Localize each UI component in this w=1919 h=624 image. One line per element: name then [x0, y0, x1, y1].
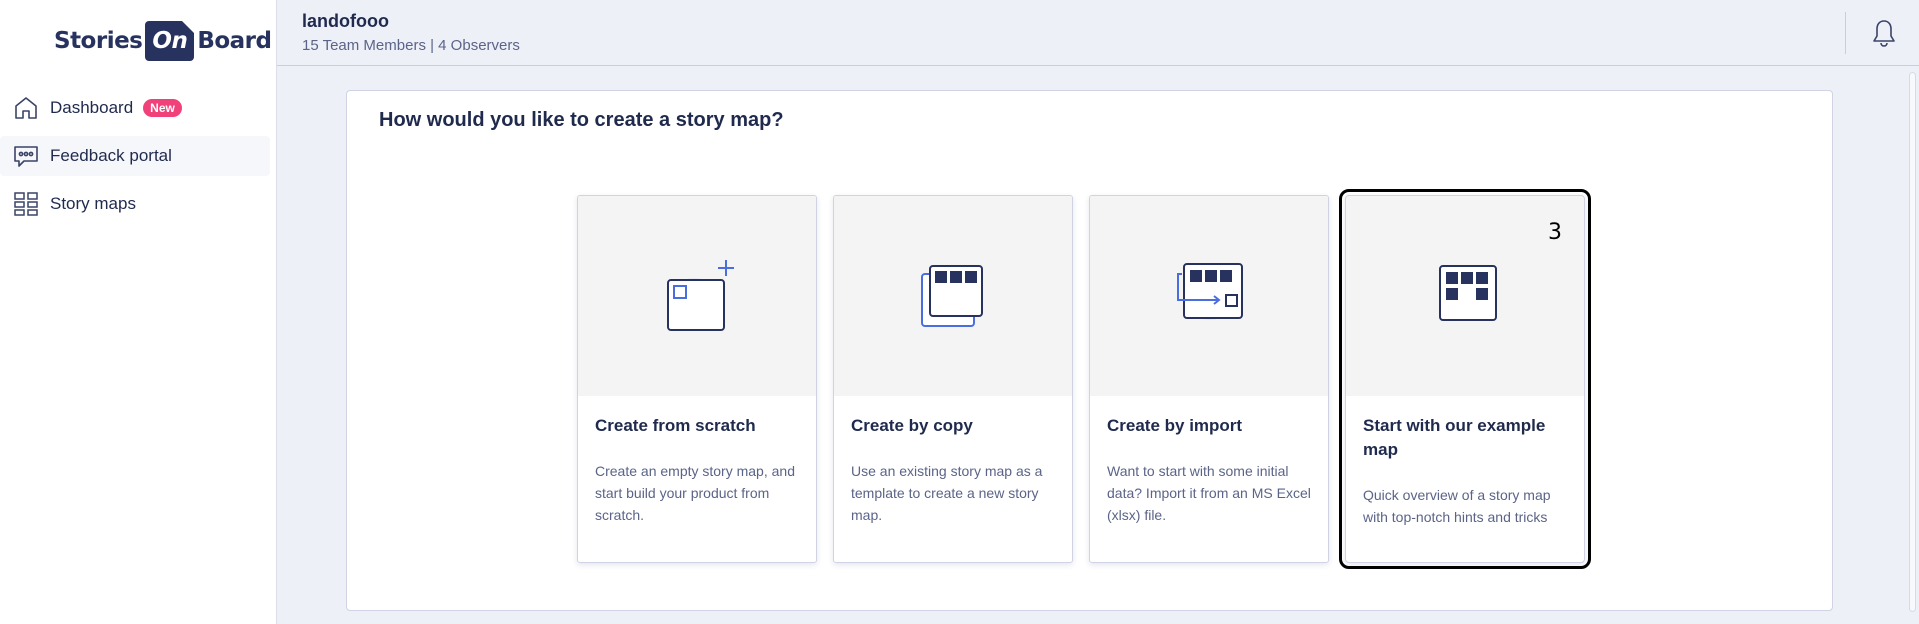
sidebar-item-label: Feedback portal: [50, 146, 172, 165]
create-by-copy-card[interactable]: Create by copy Use an existing story map…: [833, 195, 1073, 563]
logo-text-on: On: [145, 21, 195, 61]
copy-map-icon: [921, 265, 983, 327]
create-by-import-card[interactable]: Create by import Want to start with some…: [1089, 195, 1329, 563]
sidebar: Stories On Board Dashboard New Feedback …: [0, 0, 277, 624]
card-description: Quick overview of a story map with top-n…: [1363, 487, 1551, 525]
workspace-members-info: 15 Team Members | 4 Observers: [302, 37, 520, 54]
header-divider: [1845, 12, 1846, 54]
logo-text-stories: Stories: [54, 28, 143, 54]
sidebar-item-story-maps[interactable]: Story maps: [0, 184, 270, 224]
home-icon: [12, 94, 40, 122]
card-illustration: [834, 196, 1072, 396]
new-map-icon: [667, 260, 734, 331]
grid-icon: [12, 190, 40, 218]
scrollbar-thumb[interactable]: [1909, 72, 1916, 612]
top-header: landofooo 15 Team Members | 4 Observers: [277, 0, 1919, 66]
sidebar-item-label: Dashboard: [50, 98, 134, 117]
start-with-example-card[interactable]: 3 Start with our example map Quick overv…: [1339, 189, 1591, 569]
sidebar-nav: Dashboard New Feedback portal Story maps: [0, 88, 270, 232]
new-badge: New: [143, 99, 182, 117]
card-description: Use an existing story map as a template …: [851, 463, 1043, 523]
example-map-icon: [1439, 265, 1497, 321]
create-from-scratch-card[interactable]: Create from scratch Create an empty stor…: [577, 195, 817, 563]
workspace-name[interactable]: landofooo: [302, 11, 389, 32]
card-number-label: 3: [1548, 220, 1562, 245]
page-title: How would you like to create a story map…: [379, 109, 784, 131]
card-title: Create from scratch: [595, 416, 756, 435]
create-story-map-panel: How would you like to create a story map…: [346, 90, 1833, 611]
chat-bubble-icon: [12, 142, 40, 170]
card-title: Start with our example map: [1363, 416, 1546, 459]
sidebar-item-label: Story maps: [50, 194, 136, 213]
sidebar-item-feedback-portal[interactable]: Feedback portal: [0, 136, 270, 176]
card-description: Want to start with some initial data? Im…: [1107, 463, 1311, 523]
bell-icon[interactable]: [1871, 18, 1897, 48]
import-map-icon: [1177, 263, 1243, 320]
vertical-scrollbar[interactable]: [1906, 66, 1919, 624]
logo-text-board: Board: [197, 28, 272, 54]
card-title: Create by import: [1107, 416, 1243, 435]
card-illustration: [578, 196, 816, 396]
storiesonboard-logo[interactable]: Stories On Board: [54, 20, 272, 62]
sidebar-item-dashboard[interactable]: Dashboard New: [0, 88, 270, 128]
card-description: Create an empty story map, and start bui…: [595, 463, 795, 523]
card-title: Create by copy: [851, 416, 973, 435]
card-illustration: [1090, 196, 1328, 396]
